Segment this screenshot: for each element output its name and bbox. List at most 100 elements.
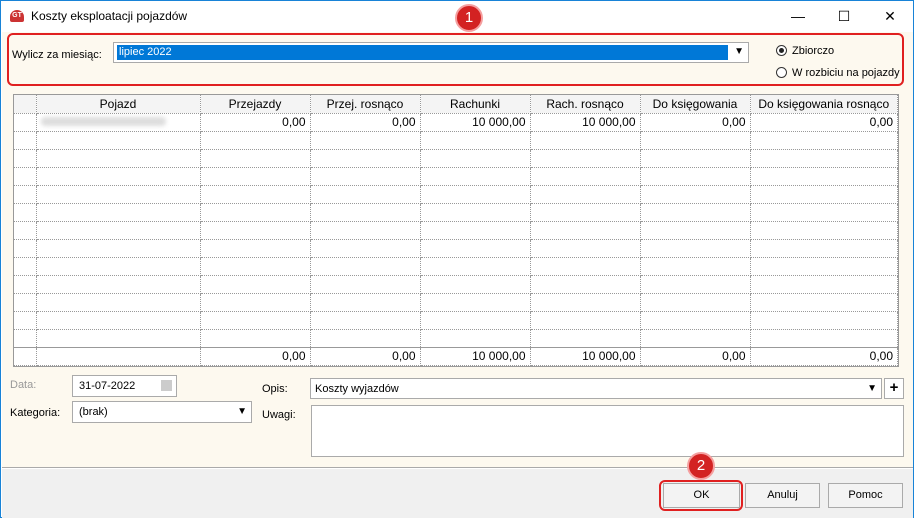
- table-cell: [36, 185, 201, 204]
- table-cell: [310, 239, 421, 258]
- table-row[interactable]: [14, 311, 898, 330]
- cancel-button[interactable]: Anuluj: [745, 483, 820, 508]
- table-cell: [14, 113, 37, 132]
- category-select[interactable]: (brak) ▼: [72, 401, 252, 423]
- table-cell: [420, 131, 531, 150]
- table-cell: [14, 239, 37, 258]
- table-row[interactable]: [14, 239, 898, 258]
- table-cell: [14, 221, 37, 240]
- table-cell: [640, 329, 751, 348]
- table-cell: 0,00: [200, 113, 311, 132]
- annotation-badge-2: 2: [687, 452, 715, 480]
- table-row[interactable]: [14, 329, 898, 348]
- table-cell: 0,00: [640, 347, 751, 366]
- table-cell: [420, 257, 531, 276]
- highlight-box-1: [7, 33, 904, 86]
- table-cell: [420, 311, 531, 330]
- table-cell: [640, 275, 751, 294]
- table-cell: [750, 257, 898, 276]
- table-cell: [200, 131, 311, 150]
- column-header[interactable]: Rach. rosnąco: [530, 95, 641, 114]
- table-cell: [420, 185, 531, 204]
- table-cell: [14, 185, 37, 204]
- table-row[interactable]: [14, 257, 898, 276]
- table-cell: [200, 167, 311, 186]
- table-cell: [14, 329, 37, 348]
- table-cell: [36, 167, 201, 186]
- table-row[interactable]: [14, 185, 898, 204]
- chevron-down-icon: ▼: [867, 383, 877, 394]
- table-cell: [200, 257, 311, 276]
- column-header[interactable]: Rachunki: [420, 95, 531, 114]
- table-row[interactable]: [14, 149, 898, 168]
- table-cell: [36, 221, 201, 240]
- table-cell: 10 000,00: [420, 113, 531, 132]
- table-cell: [310, 185, 421, 204]
- table-cell: [36, 329, 201, 348]
- table-cell: [14, 275, 37, 294]
- table-cell: [750, 329, 898, 348]
- table-cell: [750, 311, 898, 330]
- table-cell: [310, 275, 421, 294]
- table-cell: [750, 185, 898, 204]
- table-cell: [530, 203, 641, 222]
- help-button[interactable]: Pomoc: [828, 483, 903, 508]
- table-cell: [310, 167, 421, 186]
- uwagi-label: Uwagi:: [262, 409, 296, 421]
- vehicle-name-redacted: [40, 117, 166, 126]
- table-cell: 0,00: [310, 113, 421, 132]
- table-cell: [750, 203, 898, 222]
- table-cell: [530, 311, 641, 330]
- totals-row[interactable]: 0,00 0,00 10 000,00 10 000,00 0,00 0,00: [14, 347, 898, 366]
- table-cell: 0,00: [200, 347, 311, 366]
- table-cell: [420, 167, 531, 186]
- table-cell: [14, 311, 37, 330]
- table-cell: [420, 329, 531, 348]
- table-row[interactable]: [14, 221, 898, 240]
- table-cell: [530, 221, 641, 240]
- table-cell: [640, 185, 751, 204]
- table-cell: [640, 149, 751, 168]
- table-row[interactable]: [14, 293, 898, 312]
- calendar-icon[interactable]: [161, 380, 172, 391]
- table-cell: [530, 293, 641, 312]
- table-cell: [310, 329, 421, 348]
- date-label: Data:: [10, 379, 37, 391]
- opis-select[interactable]: Koszty wyjazdów ▼: [310, 378, 882, 399]
- uwagi-textarea[interactable]: [311, 405, 904, 457]
- opis-value: Koszty wyjazdów: [315, 383, 399, 395]
- table-cell: [14, 149, 37, 168]
- table-cell: 10 000,00: [420, 347, 531, 366]
- date-field[interactable]: 31-07-2022: [72, 375, 177, 397]
- table-cell: [640, 131, 751, 150]
- column-header[interactable]: Przejazdy: [200, 95, 311, 114]
- close-button[interactable]: ✕: [867, 1, 913, 32]
- column-header[interactable]: Pojazd: [36, 95, 201, 114]
- date-value: 31-07-2022: [79, 380, 136, 392]
- table-cell: [14, 257, 37, 276]
- column-header[interactable]: Przej. rosnąco: [310, 95, 421, 114]
- table-row[interactable]: [14, 203, 898, 222]
- table-cell: [420, 239, 531, 258]
- add-opis-button[interactable]: +: [884, 378, 904, 399]
- minimize-button[interactable]: —: [775, 1, 821, 32]
- table-cell: [36, 131, 201, 150]
- maximize-button[interactable]: ☐: [821, 1, 867, 32]
- table-cell: [310, 203, 421, 222]
- table-cell: [530, 257, 641, 276]
- table-cell: [750, 131, 898, 150]
- table-cell: [36, 347, 201, 366]
- dialog-window: GT Koszty eksploatacji pojazdów — ☐ ✕ Wy…: [0, 0, 914, 518]
- table-cell: [310, 131, 421, 150]
- table-row[interactable]: 0,00 0,00 10 000,00 10 000,00 0,00 0,00: [14, 113, 898, 132]
- column-header[interactable]: Do księgowania rosnąco: [750, 95, 898, 114]
- table-row[interactable]: [14, 131, 898, 150]
- table-cell: [640, 221, 751, 240]
- table-row[interactable]: [14, 275, 898, 294]
- table-cell: 10 000,00: [530, 347, 641, 366]
- table-cell: 0,00: [310, 347, 421, 366]
- column-header[interactable]: [14, 95, 37, 114]
- table-cell: [640, 239, 751, 258]
- column-header[interactable]: Do księgowania: [640, 95, 751, 114]
- table-row[interactable]: [14, 167, 898, 186]
